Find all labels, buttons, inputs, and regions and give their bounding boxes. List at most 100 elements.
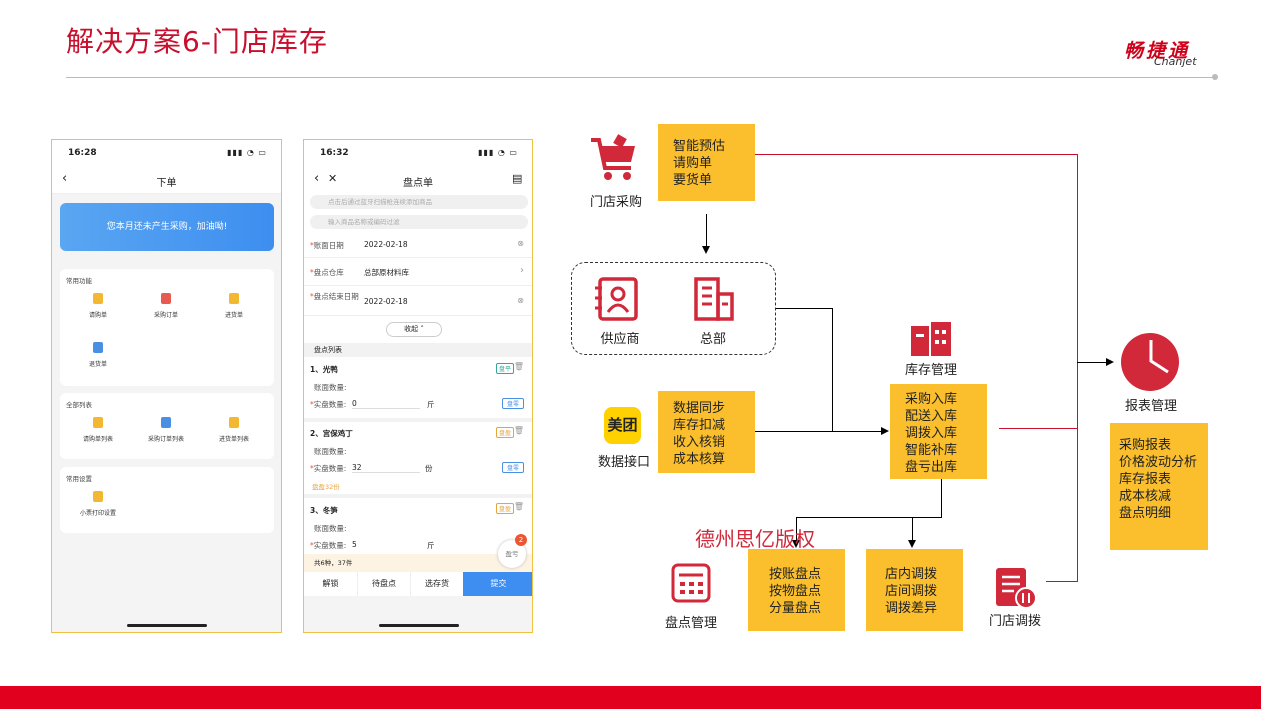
list-item[interactable]: 3、冬笋 盘盈 🗑 账面数量: *实盘数量: 5 斤 (304, 498, 532, 554)
footer-bar (0, 686, 1261, 709)
meituan-logo: 美团 (604, 407, 641, 444)
inventory-box: 采购入库 配送入库 调拨入库 智能补库 盘亏出库 (890, 384, 987, 479)
shopping-cart-icon (591, 134, 635, 180)
purchase-order-list-icon (161, 417, 171, 428)
receipt-button[interactable]: 进货单 (214, 293, 254, 319)
arrow-head (702, 246, 710, 254)
scan-input[interactable]: 点击后通过蓝牙扫描枪连续添加商品 (310, 195, 528, 209)
requisition-list-icon (93, 417, 103, 428)
requisition-button[interactable]: 请购单 (78, 293, 118, 319)
pie-chart-icon (1121, 333, 1179, 391)
connector (912, 517, 913, 542)
purchase-order-icon (161, 293, 171, 304)
arrow-head (908, 540, 916, 548)
inventory-label: 库存管理 (904, 363, 957, 378)
section-title: 常用功能 (66, 277, 92, 285)
clear-icon[interactable]: ⊗ (517, 296, 524, 305)
badge-count: 2 (515, 534, 527, 546)
list-header: 盘点列表 (304, 343, 532, 357)
return-icon (93, 342, 103, 353)
section-title: 常用设置 (66, 475, 92, 483)
report-box: 采购报表 价格波动分析 库存报表 成本核减 盘点明细 (1110, 423, 1208, 550)
return-button[interactable]: 退货单 (78, 342, 118, 368)
arrow-down (706, 214, 707, 248)
nav-title: 盘点单 (403, 178, 433, 189)
unlock-button[interactable]: 解锁 (304, 572, 357, 596)
receipt-list-icon (229, 417, 239, 428)
status-bar: 16:32 ▮▮▮ ◔ ▭ (304, 140, 532, 166)
store-transfer-label: 门店调拨 (988, 614, 1041, 629)
receipt-printer-settings-button[interactable]: 小票打印设置 (72, 491, 124, 517)
status-badge: 盘盈 (495, 427, 514, 438)
phone-order-screen: 16:28 ▮▮▮ ◔ ▭ ‹ 下单 您本月还未产生采购，加油呦! 常用功能 请… (51, 139, 282, 633)
headquarters-building-icon (694, 277, 734, 321)
status-time: 16:32 (320, 148, 349, 158)
divider-dot (1212, 74, 1218, 80)
supplier-label: 供应商 (600, 332, 640, 347)
action-bar: 解锁 待盘点 选存货 提交 (304, 572, 532, 596)
printer-icon (93, 491, 103, 502)
book-date-field[interactable]: *账面日期 2022-02-18 ⊗ (304, 232, 532, 258)
delete-icon[interactable]: 🗑 (514, 362, 524, 371)
inventory-warehouse-icon (911, 322, 951, 356)
requisition-list-button[interactable]: 请购单列表 (72, 417, 124, 443)
bottom-area (304, 596, 532, 632)
arrow-to-report (1077, 362, 1107, 363)
delete-icon[interactable]: 🗑 (514, 502, 524, 511)
requisition-icon (93, 293, 103, 304)
nav-title: 下单 (156, 178, 177, 189)
brand-logo-en: Chanjet (1154, 55, 1197, 68)
status-bar: 16:28 ▮▮▮ ◔ ▭ (52, 140, 281, 166)
copyright-watermark: 德州思亿版权 (695, 527, 815, 551)
home-indicator (127, 624, 207, 627)
signal-wifi-battery-icon: ▮▮▮ ◔ ▭ (227, 148, 267, 157)
status-badge: 盘盈 (495, 503, 514, 514)
calculator-icon (671, 563, 711, 603)
actual-qty-input[interactable]: 0 (352, 399, 420, 409)
store-purchase-label: 门店采购 (589, 195, 642, 210)
connector (999, 428, 1077, 429)
arrow-head (1106, 358, 1114, 366)
filter-input[interactable]: 输入商品名称或编码过滤 (310, 215, 528, 229)
list-item[interactable]: 1、光鸭 盘平 🗑 账面数量: *实盘数量: 0 斤 盘零 (304, 358, 532, 422)
phone-stocktake-screen: 16:32 ▮▮▮ ◔ ▭ ‹ ✕ 盘点单 ▤ 点击后通过蓝牙扫描枪连续添加商品… (303, 139, 533, 633)
zero-button[interactable]: 盘零 (501, 462, 524, 473)
delete-icon[interactable]: 🗑 (514, 426, 524, 435)
surplus-note: 盘盈32份 (312, 483, 340, 491)
menu-icon[interactable]: ▤ (512, 172, 522, 185)
actual-qty-input[interactable]: 5 (352, 540, 420, 549)
common-functions-card: 常用功能 请购单 采购订单 进货单 退货单 (60, 269, 274, 386)
zero-button[interactable]: 盘零 (501, 398, 524, 409)
connector (1077, 154, 1078, 582)
warehouse-field[interactable]: *盘点仓库 总部原材料库 › (304, 258, 532, 286)
nav-bar: ‹ 下单 (52, 166, 281, 194)
data-interface-box: 数据同步 库存扣减 收入核销 成本核算 (658, 391, 755, 473)
submit-button[interactable]: 提交 (463, 572, 532, 596)
purchase-order-list-button[interactable]: 采购订单列表 (140, 417, 192, 443)
actual-qty-input[interactable]: 32 (352, 463, 420, 473)
list-item[interactable]: 2、宫保鸡丁 盘盈 🗑 账面数量: *实盘数量: 32 份 盘零 盘盈32份 (304, 422, 532, 498)
section-title: 全部列表 (66, 401, 92, 409)
end-date-field[interactable]: *盘点结束日期 2022-02-18 ⊗ (304, 286, 532, 316)
header-divider (66, 77, 1214, 78)
status-time: 16:28 (68, 148, 97, 158)
stocktake-label: 盘点管理 (664, 616, 717, 631)
receipt-list-button[interactable]: 进货单列表 (208, 417, 260, 443)
select-stock-button[interactable]: 选存货 (410, 572, 463, 596)
slide-title: 解决方案6-门店库存 (66, 25, 328, 58)
purchase-order-button[interactable]: 采购订单 (146, 293, 186, 319)
connector (755, 431, 882, 432)
connector (796, 517, 942, 518)
chevron-right-icon: › (520, 265, 524, 276)
pending-count-button[interactable]: 待盘点 (357, 572, 410, 596)
stocktake-box: 按账盘点 按物盘点 分量盘点 (748, 549, 845, 631)
receipt-icon (229, 293, 239, 304)
clear-icon[interactable]: ⊗ (517, 239, 524, 248)
connector (941, 479, 942, 517)
purchase-banner[interactable]: 您本月还未产生采购，加油呦! (60, 203, 274, 251)
all-lists-card: 全部列表 请购单列表 采购订单列表 进货单列表 (60, 393, 274, 459)
status-badge: 盘平 (495, 363, 514, 374)
common-settings-card: 常用设置 小票打印设置 (60, 467, 274, 533)
arrow-head (881, 427, 889, 435)
collapse-button[interactable]: 收起 ˄ (386, 322, 442, 337)
